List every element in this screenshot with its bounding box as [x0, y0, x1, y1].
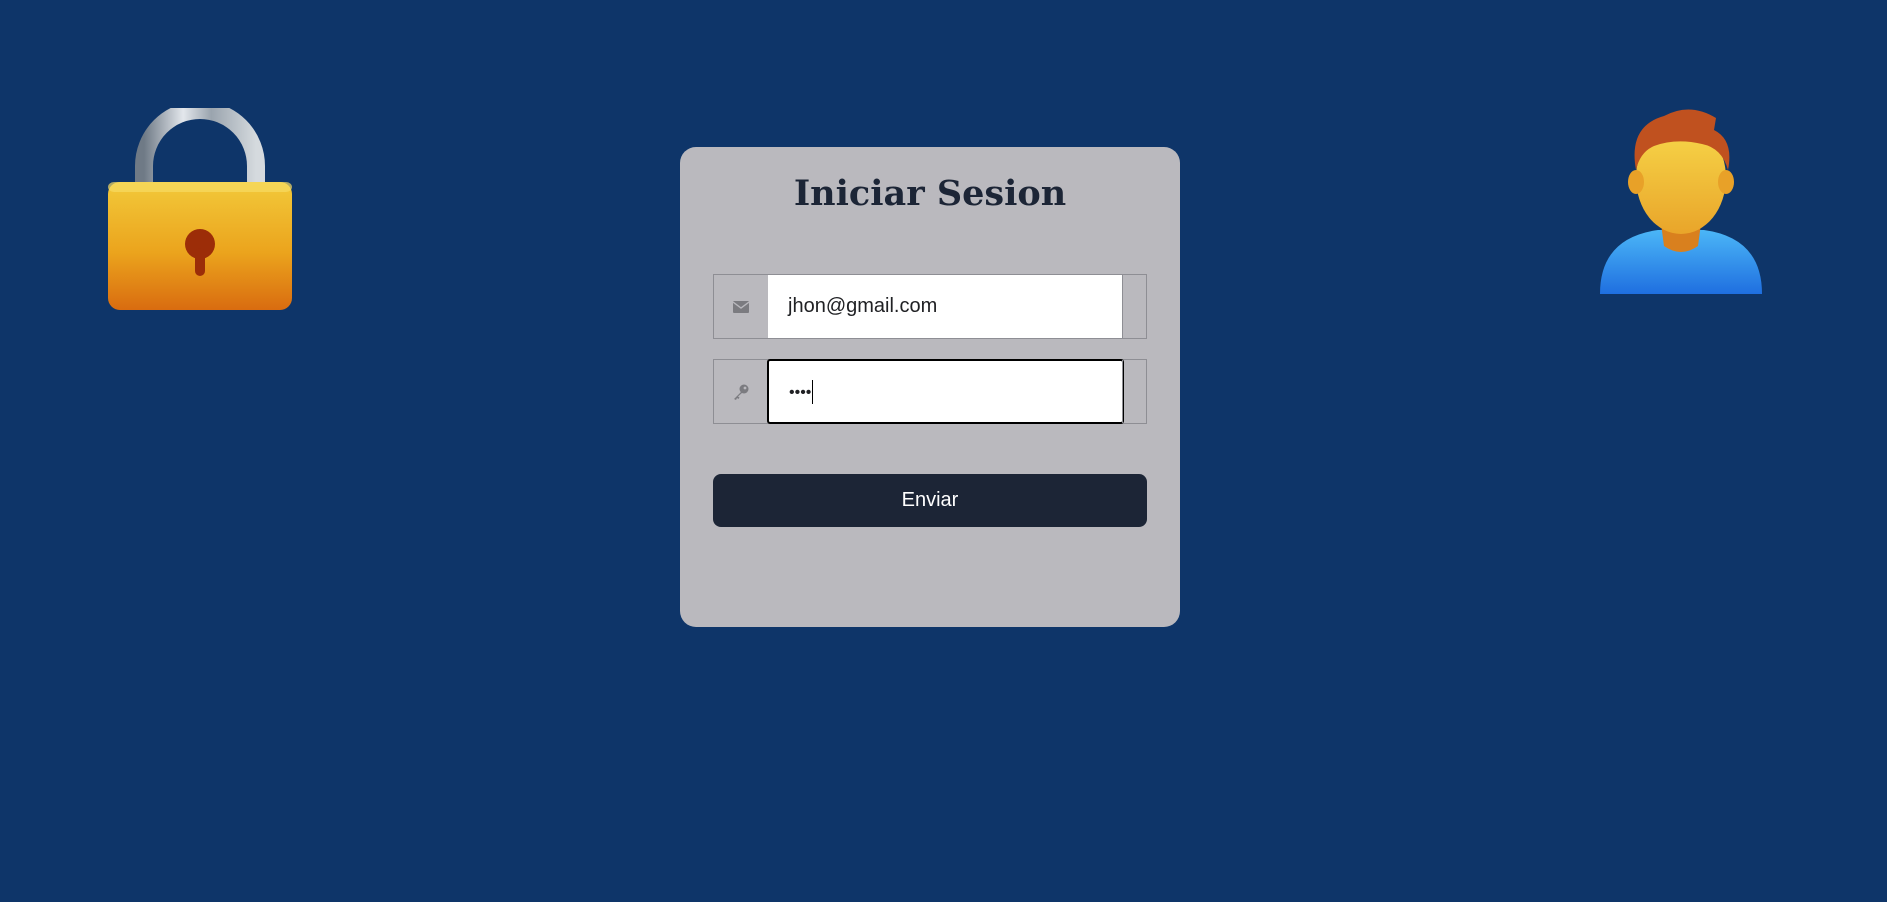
- key-icon: [714, 360, 767, 423]
- password-mask: ••••: [789, 384, 812, 401]
- padlock-icon: [104, 101, 296, 316]
- login-page: Iniciar Sesion jhon@gmail.com •••• Envia…: [0, 0, 1887, 902]
- email-field[interactable]: jhon@gmail.com: [768, 275, 1122, 338]
- text-caret: [812, 379, 814, 404]
- login-card: Iniciar Sesion jhon@gmail.com •••• Envia…: [680, 147, 1180, 627]
- password-field[interactable]: ••••: [767, 359, 1124, 424]
- user-avatar-icon: [1598, 108, 1764, 298]
- login-title: Iniciar Sesion: [793, 173, 1067, 214]
- password-input-group: ••••: [713, 359, 1147, 424]
- envelope-icon: [714, 275, 767, 338]
- email-field-trailing: [1122, 275, 1146, 338]
- email-input-group: jhon@gmail.com: [713, 274, 1147, 339]
- password-field-trailing: [1122, 360, 1146, 423]
- submit-button[interactable]: Enviar: [713, 474, 1147, 527]
